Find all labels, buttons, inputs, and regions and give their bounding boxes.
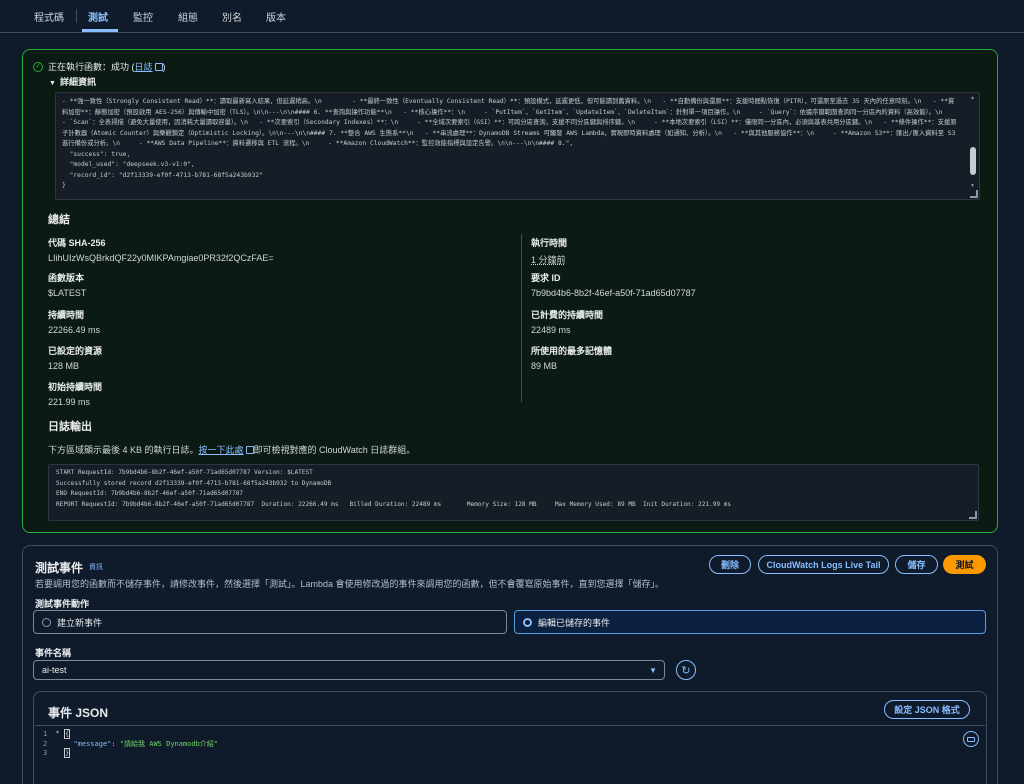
billed-duration-field: 已計費的持續時間 22489 ms xyxy=(531,308,603,335)
refresh-icon[interactable]: ↻ xyxy=(676,660,696,680)
test-event-heading: 測試事件 xyxy=(35,561,84,575)
exec-time-field: 執行時間 1 分鐘前 xyxy=(531,236,567,266)
test-event-panel: 測試事件 資訊 若要調用您的函數而不儲存事件，請修改事件，然後選擇「測試」。La… xyxy=(22,545,998,784)
info-link[interactable]: 資訊 xyxy=(89,562,103,572)
scrollbar-thumb[interactable] xyxy=(970,147,976,175)
fold-caret-icon[interactable]: ▼ xyxy=(55,730,60,736)
create-new-event-label: 建立新事件 xyxy=(57,617,103,628)
log-desc-prefix: 下方區域顯示最後 4 KB 的執行日誌。 xyxy=(48,445,199,455)
create-new-event-option[interactable]: 建立新事件 xyxy=(33,610,507,634)
code-sha-field: 代碼 SHA-256 LIihUIzWsQBrkdQF22y0MIKPAmgia… xyxy=(48,236,274,263)
tab-code[interactable]: 程式碼 xyxy=(34,9,64,24)
caret-down-icon: ▼ xyxy=(649,666,657,675)
radio-unselected-icon xyxy=(42,617,51,627)
caret-down-icon: ▼ xyxy=(49,80,56,87)
cloudwatch-live-tail-button[interactable]: CloudWatch Logs Live Tail xyxy=(758,555,889,574)
active-tab-indicator xyxy=(82,29,118,32)
execution-result-panel: ✓ 正在執行函數：成功 (日誌) ▼ 詳細資訊 - **強一致性（Strongly… xyxy=(22,49,998,533)
tab-aliases[interactable]: 別名 xyxy=(222,9,242,24)
log-output-heading: 日誌輸出 xyxy=(48,421,92,433)
init-duration-value: 221.99 ms xyxy=(48,397,91,407)
scroll-down-icon[interactable]: ▼ xyxy=(970,183,975,189)
response-output-text: - **強一致性（Strongly Consistent Read）**：讀取最… xyxy=(62,98,957,189)
log-output-box[interactable]: START RequestId: 7b9bd4b6-8b2f-46ef-a50f… xyxy=(48,464,979,521)
func-version-label: 函數版本 xyxy=(48,273,85,283)
external-link-icon xyxy=(245,446,254,454)
details-label: 詳細資訊 xyxy=(59,77,96,87)
event-name-label: 事件名稱 xyxy=(35,648,72,658)
scroll-up-icon[interactable]: ▲ xyxy=(970,95,975,101)
event-action-label: 測試事件動作 xyxy=(35,599,90,609)
duration-field: 持續時間 22266.49 ms xyxy=(48,308,100,335)
summary-heading: 總結 xyxy=(48,214,70,226)
event-name-value: ai-test xyxy=(42,665,67,675)
format-json-button[interactable]: 設定 JSON 格式 xyxy=(884,700,970,719)
max-memory-label: 所使用的最多記憶體 xyxy=(531,346,613,356)
log-output-text: START RequestId: 7b9bd4b6-8b2f-46ef-a50f… xyxy=(56,469,732,508)
code-sha-value: LIihUIzWsQBrkdQF22y0MIKPAmgiae0PR32f2QCz… xyxy=(48,253,274,263)
func-version-field: 函數版本 $LATEST xyxy=(48,271,86,298)
scrollbar[interactable]: ▲ ▼ xyxy=(969,95,977,195)
resize-handle-icon[interactable] xyxy=(969,511,977,519)
init-duration-label: 初始持續時間 xyxy=(48,382,103,392)
billed-duration-label: 已計費的持續時間 xyxy=(531,310,604,320)
log-description: 下方區域顯示最後 4 KB 的執行日誌。按一下此處 即可檢視對應的 CloudWa… xyxy=(48,443,415,456)
execution-status: ✓ 正在執行函數：成功 (日誌) xyxy=(33,60,166,73)
test-event-description: 若要調用您的函數而不儲存事件，請修改事件，然後選擇「測試」。Lambda 會使用… xyxy=(35,579,665,589)
tab-configuration[interactable]: 組態 xyxy=(178,9,198,24)
func-version-value: $LATEST xyxy=(48,288,87,298)
radio-selected-icon xyxy=(523,617,532,627)
response-output-box[interactable]: - **強一致性（Strongly Consistent Read）**：讀取最… xyxy=(55,92,980,200)
json-editor[interactable]: 123 ▼ { "message": "請給我 AWS Dynamodb介紹" … xyxy=(35,725,985,784)
resources-value: 128 MB xyxy=(48,361,80,371)
code-sha-label: 代碼 SHA-256 xyxy=(48,238,106,248)
exec-time-label: 執行時間 xyxy=(531,238,568,248)
request-id-value: 7b9bd4b6-8b2f-46ef-a50f-71ad65d07787 xyxy=(531,288,696,298)
resize-handle-icon[interactable] xyxy=(970,190,978,198)
status-text: 正在執行函數：成功 ( xyxy=(48,62,135,72)
max-memory-field: 所使用的最多記憶體 89 MB xyxy=(531,344,612,371)
event-json-heading: 事件 JSON xyxy=(48,706,109,720)
resources-label: 已設定的資源 xyxy=(48,346,103,356)
column-divider xyxy=(521,234,522,402)
max-memory-value: 89 MB xyxy=(531,361,558,371)
json-value: "請給我 AWS Dynamodb介紹" xyxy=(119,739,219,748)
edit-saved-event-label: 編輯已儲存的事件 xyxy=(538,617,611,628)
duration-label: 持續時間 xyxy=(48,310,85,320)
json-code: { "message": "請給我 AWS Dynamodb介紹" } xyxy=(63,729,219,758)
duration-value: 22266.49 ms xyxy=(48,325,101,335)
function-tabs: 程式碼 測試 監控 組態 別名 版本 xyxy=(0,0,1024,33)
resources-field: 已設定的資源 128 MB xyxy=(48,344,102,371)
exec-time-value[interactable]: 1 分鐘前 xyxy=(531,253,567,266)
cloudwatch-link[interactable]: 按一下此處 xyxy=(199,445,244,455)
tab-test[interactable]: 測試 xyxy=(88,9,108,24)
logs-link[interactable]: 日誌 xyxy=(135,62,153,72)
event-name-select[interactable]: ai-test ▼ xyxy=(33,660,665,680)
log-desc-suffix: 即可檢視對應的 CloudWatch 日誌群組。 xyxy=(253,445,416,455)
save-button[interactable]: 儲存 xyxy=(895,555,938,574)
tab-versions[interactable]: 版本 xyxy=(266,9,286,24)
edit-saved-event-option[interactable]: 編輯已儲存的事件 xyxy=(514,610,986,634)
request-id-field: 要求 ID 7b9bd4b6-8b2f-46ef-a50f-71ad65d077… xyxy=(531,271,696,298)
keyboard-icon[interactable] xyxy=(963,731,979,747)
request-id-label: 要求 ID xyxy=(531,273,561,283)
external-link-icon xyxy=(154,63,163,71)
success-check-icon: ✓ xyxy=(33,61,43,72)
status-suffix: ) xyxy=(162,62,166,72)
init-duration-field: 初始持續時間 221.99 ms xyxy=(48,380,102,407)
tab-divider xyxy=(76,9,77,23)
tab-monitor[interactable]: 監控 xyxy=(133,9,153,24)
details-expander[interactable]: ▼ 詳細資訊 xyxy=(49,75,96,88)
billed-duration-value: 22489 ms xyxy=(531,325,571,335)
test-button[interactable]: 測試 xyxy=(943,555,986,574)
json-key: "message" xyxy=(73,739,112,748)
line-numbers: 123 xyxy=(43,730,48,757)
delete-button[interactable]: 刪除 xyxy=(709,555,751,574)
event-json-panel: 事件 JSON 設定 JSON 格式 123 ▼ { "message": "請… xyxy=(33,691,987,784)
